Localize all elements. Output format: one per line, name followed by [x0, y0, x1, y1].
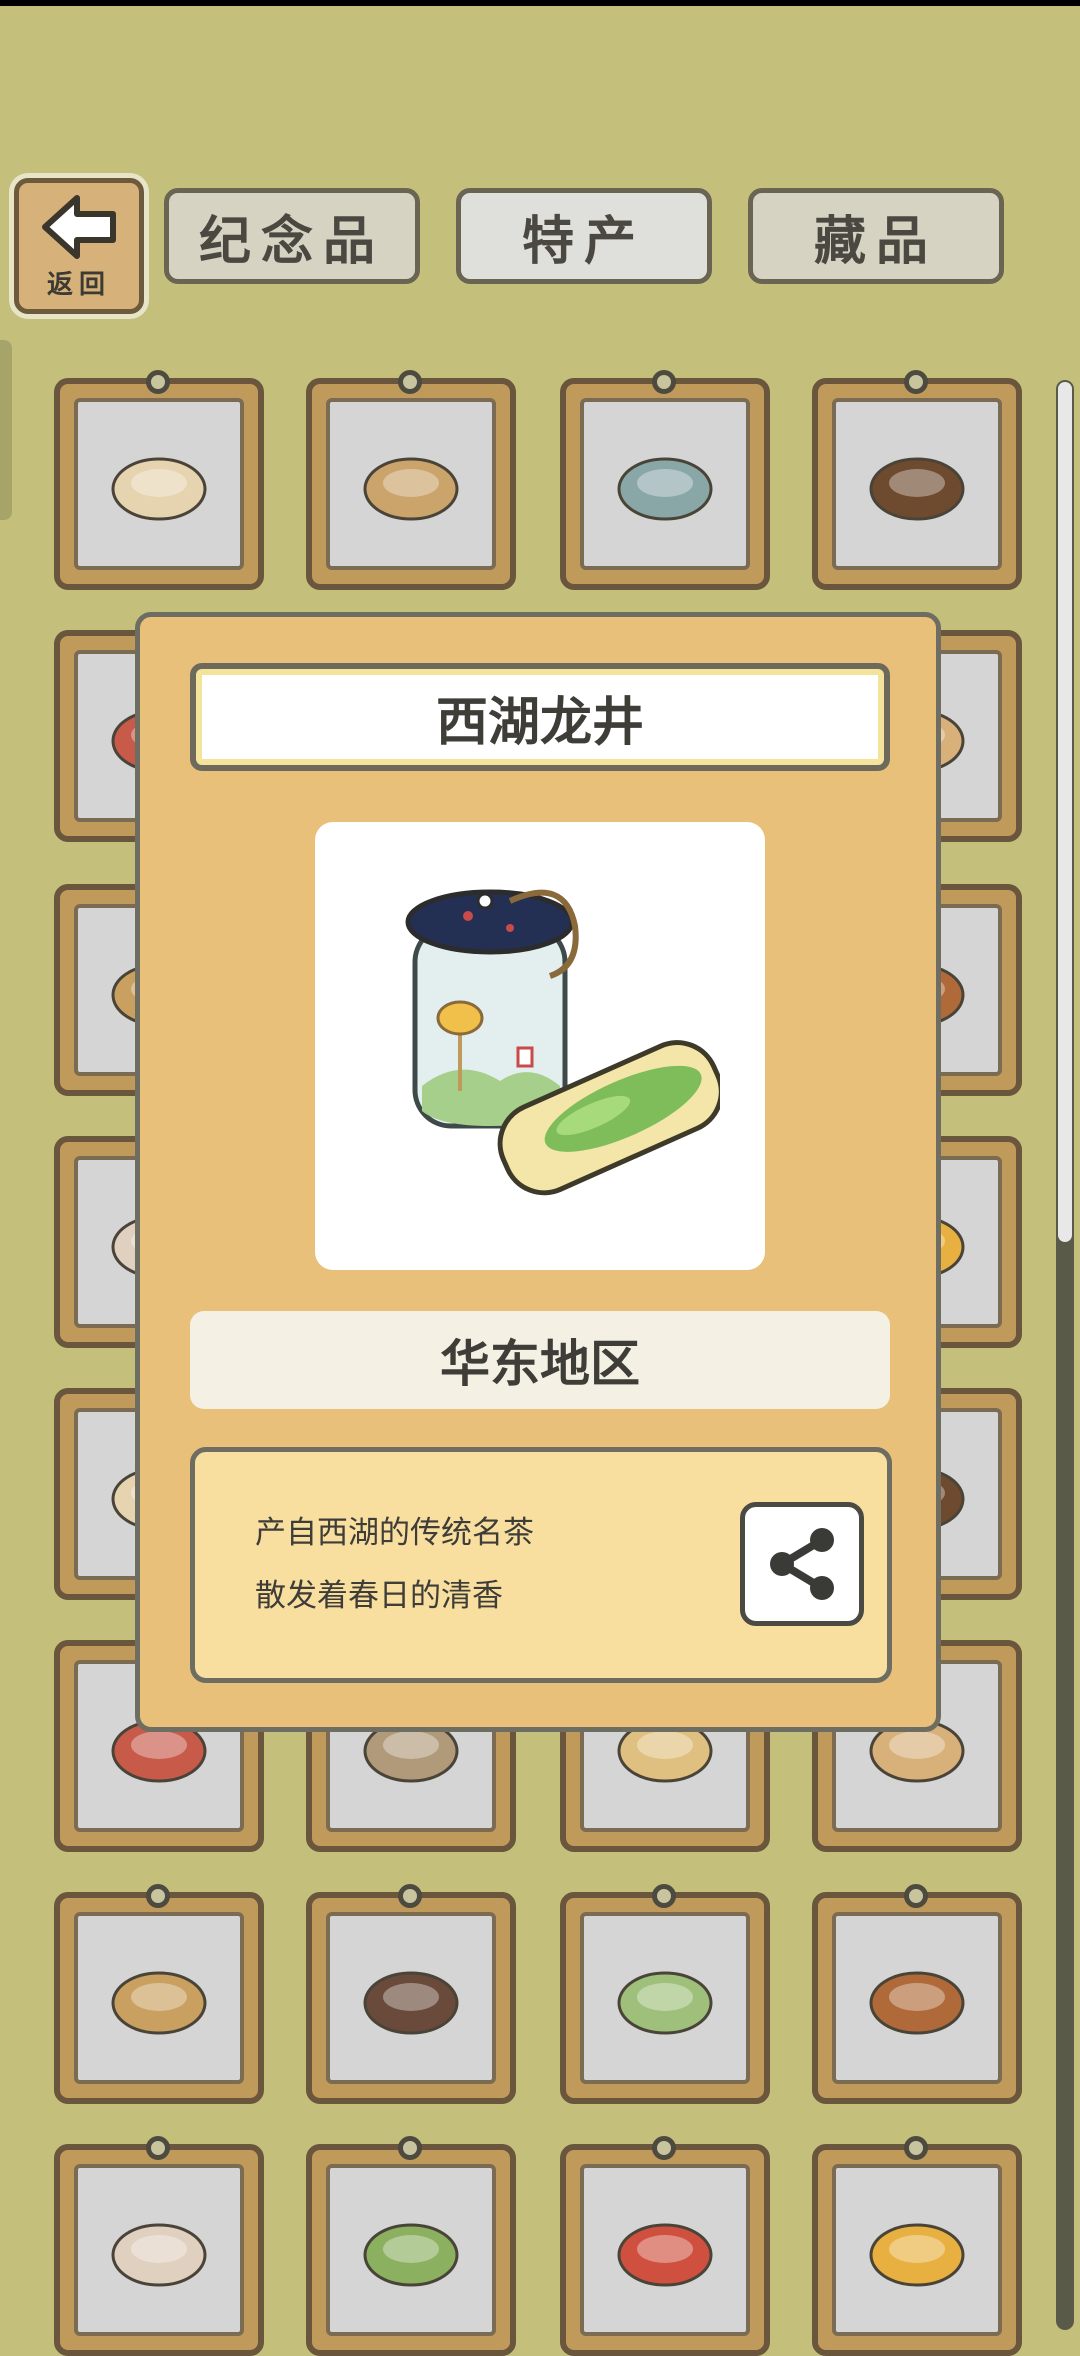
- status-bar-edge: [0, 0, 1080, 6]
- item-description-panel: 产自西湖的传统名茶 散发着春日的清香: [190, 1447, 892, 1683]
- tab-souvenirs[interactable]: 纪念品: [164, 188, 420, 284]
- grid-item-frame: [832, 398, 1002, 570]
- tofu-icon: [363, 457, 459, 521]
- hanger-ring: [904, 370, 928, 394]
- side-drawer-handle[interactable]: [0, 340, 12, 520]
- banana-icon: [869, 2223, 965, 2287]
- grid-item[interactable]: [306, 370, 516, 590]
- rice-porridge-icon: [111, 457, 207, 521]
- grid-item[interactable]: [560, 2136, 770, 2356]
- hanger-ring: [652, 2136, 676, 2160]
- chili-pepper-icon: [869, 1971, 965, 2035]
- hanger-ring: [652, 370, 676, 394]
- garlic-icon: [363, 1971, 459, 2035]
- grid-item[interactable]: [560, 370, 770, 590]
- longjing-tea-jar-icon: [405, 889, 720, 1196]
- item-detail-dialog: 西湖龙井 华东地区 产自西湖的传统名茶 散发着春日的清香: [135, 612, 941, 1732]
- back-label: 返回: [46, 269, 111, 300]
- grid-item-frame: [326, 1912, 496, 2084]
- back-button[interactable]: 返回: [14, 178, 144, 314]
- back-arrow-icon: [42, 194, 116, 259]
- grid-item-frame: [832, 1912, 1002, 2084]
- hanger-ring: [652, 1884, 676, 1908]
- hanger-ring: [398, 370, 422, 394]
- share-icon: [770, 1528, 834, 1600]
- grid-item-frame: [580, 1912, 750, 2084]
- hanger-ring: [398, 2136, 422, 2160]
- item-title: 西湖龙井: [190, 663, 890, 771]
- grid-item-frame: [580, 2164, 750, 2336]
- persimmon-icon: [363, 2223, 459, 2287]
- scrollbar-thumb[interactable]: [1058, 382, 1072, 1242]
- coffee-beans-icon: [869, 457, 965, 521]
- grid-item-frame: [74, 1912, 244, 2084]
- hanger-ring: [146, 370, 170, 394]
- grid-item[interactable]: [306, 1884, 516, 2104]
- onion-icon: [111, 1971, 207, 2035]
- grid-item[interactable]: [306, 2136, 516, 2356]
- green-onion-icon: [617, 1971, 713, 2035]
- grid-item-frame: [74, 2164, 244, 2336]
- chestnut-icon: [617, 2223, 713, 2287]
- longjing-tea-icon: [617, 457, 713, 521]
- grid-item[interactable]: [812, 1884, 1022, 2104]
- grid-item-frame: [580, 398, 750, 570]
- grid-item-frame: [326, 398, 496, 570]
- grid-item-frame: [832, 2164, 1002, 2336]
- description-line-1: 产自西湖的传统名茶: [255, 1515, 534, 1551]
- item-image: [315, 822, 765, 1270]
- grid-item-frame: [74, 398, 244, 570]
- share-button[interactable]: [740, 1502, 864, 1626]
- strawberry-icon: [111, 2223, 207, 2287]
- hanger-ring: [146, 1884, 170, 1908]
- grid-item[interactable]: [812, 370, 1022, 590]
- grid-item[interactable]: [54, 370, 264, 590]
- tab-specialties[interactable]: 特产: [456, 188, 712, 284]
- grid-item-frame: [326, 2164, 496, 2336]
- hanger-ring: [398, 1884, 422, 1908]
- hanger-ring: [904, 2136, 928, 2160]
- hanger-ring: [146, 2136, 170, 2160]
- grid-item[interactable]: [54, 2136, 264, 2356]
- grid-item[interactable]: [812, 2136, 1022, 2356]
- grid-item[interactable]: [560, 1884, 770, 2104]
- item-region: 华东地区: [190, 1311, 890, 1409]
- grid-item[interactable]: [54, 1884, 264, 2104]
- description-line-2: 散发着春日的清香: [255, 1578, 503, 1614]
- tab-collectibles[interactable]: 藏品: [748, 188, 1004, 284]
- hanger-ring: [904, 1884, 928, 1908]
